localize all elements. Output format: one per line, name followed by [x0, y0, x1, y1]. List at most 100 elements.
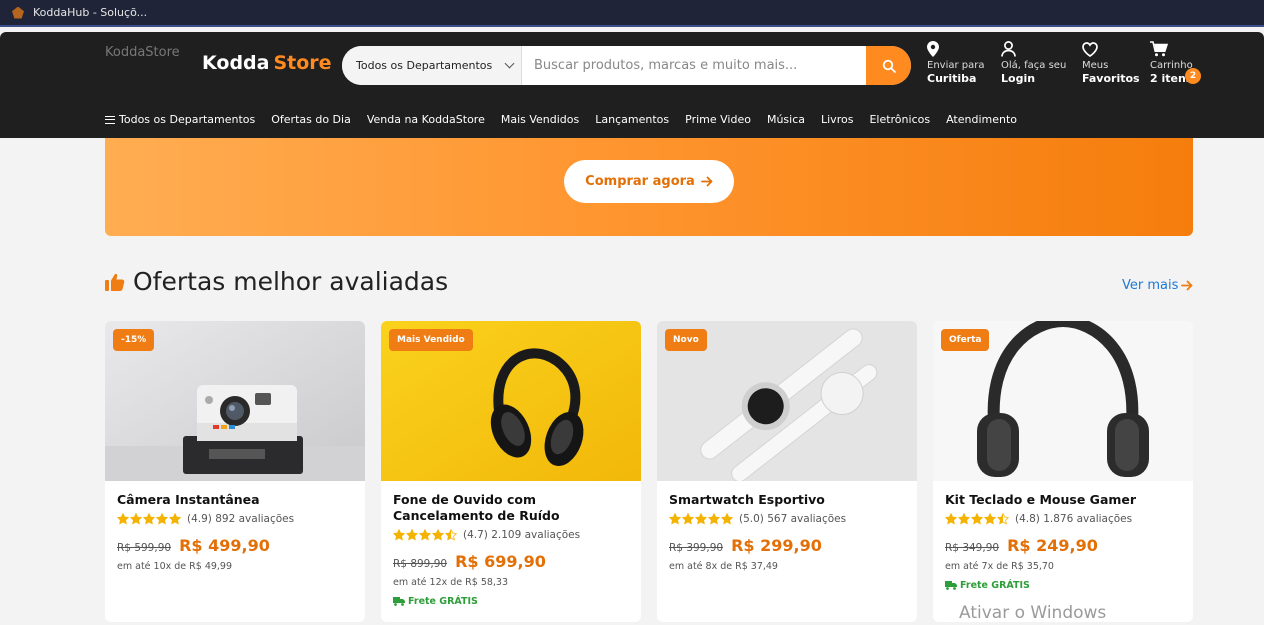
account-greeting: Olá, faça seu [1001, 60, 1067, 71]
browser-titlebar: KoddaHub - Soluçõ... [0, 0, 1264, 27]
star-full-icon [143, 513, 155, 525]
star-full-icon [393, 529, 405, 541]
favorites-link[interactable]: Meus Favoritos [1082, 39, 1140, 85]
nav-item-support[interactable]: Atendimento [946, 113, 1017, 126]
nav-item-books[interactable]: Livros [821, 113, 853, 126]
product-name[interactable]: Câmera Instantânea [117, 492, 353, 508]
menu-icon [105, 115, 115, 124]
installments: em até 12x de R$ 58,33 [393, 577, 509, 588]
old-price: R$ 399,90 [669, 542, 724, 554]
price-row: R$ 599,90 R$ 499,90 [117, 536, 353, 555]
old-price: R$ 349,90 [945, 542, 1000, 554]
nav-item-daily-deals[interactable]: Ofertas do Dia [271, 113, 351, 126]
site-logo[interactable]: KoddaStore [105, 45, 197, 65]
delivery-label: Enviar para [927, 60, 985, 71]
old-price: R$ 599,90 [117, 542, 172, 554]
rating-text: (5.0) 567 avaliações [739, 513, 847, 525]
see-more-label: Ver mais [1122, 278, 1179, 293]
delivery-location[interactable]: Enviar para Curitiba [927, 39, 985, 85]
star-full-icon [721, 513, 733, 525]
favorites-label-top: Meus [1082, 60, 1109, 71]
product-rating: (4.9) 892 avaliações [117, 513, 353, 525]
location-pin-icon [927, 41, 939, 57]
user-icon [1001, 41, 1016, 57]
nav-item-new-releases[interactable]: Lançamentos [595, 113, 669, 126]
star-full-icon [169, 513, 181, 525]
truck-icon [945, 581, 957, 590]
nav-item-sell[interactable]: Venda na KoddaStore [367, 113, 485, 126]
favorites-label: Favoritos [1082, 72, 1140, 85]
see-more-link[interactable]: Ver mais [1122, 278, 1193, 293]
free-shipping: Frete GRÁTIS [393, 596, 629, 607]
brand-name-main: Kodda [202, 52, 270, 74]
rating-stars [669, 513, 733, 525]
star-full-icon [130, 513, 142, 525]
installments: em até 8x de R$ 37,49 [669, 561, 778, 572]
product-card[interactable]: Mais Vendido Fone de Ouvido com Cancelam… [381, 321, 641, 622]
product-image[interactable]: Mais Vendido [381, 321, 641, 481]
search-button[interactable] [866, 46, 911, 85]
star-full-icon [708, 513, 720, 525]
star-full-icon [432, 529, 444, 541]
chevron-down-icon [504, 58, 515, 69]
star-full-icon [156, 513, 168, 525]
installments: em até 10x de R$ 49,99 [117, 561, 233, 572]
search-icon [882, 59, 896, 73]
arrow-right-icon [700, 176, 713, 187]
department-select[interactable]: Todos os Departamentos [342, 46, 522, 85]
price-row: R$ 899,90 R$ 699,90 [393, 552, 629, 571]
nav-item-label: Todos os Departamentos [119, 113, 256, 126]
product-name[interactable]: Fone de Ouvido com Cancelamento de Ruído [393, 492, 629, 524]
favicon-icon [12, 6, 24, 19]
rating-stars [117, 513, 181, 525]
nav-item-music[interactable]: Música [767, 113, 805, 126]
price-row: R$ 399,90 R$ 299,90 [669, 536, 905, 555]
login-link[interactable]: Login [1001, 72, 1066, 85]
section-title: Ofertas melhor avaliadas [133, 267, 449, 296]
star-full-icon [419, 529, 431, 541]
offer-badge: Oferta [941, 329, 990, 351]
old-price: R$ 899,90 [393, 558, 448, 570]
installments: em até 7x de R$ 35,70 [945, 561, 1054, 572]
product-card[interactable]: -15% Câmera Instantânea (4.9) 892 avalia… [105, 321, 365, 622]
free-shipping: Frete GRÁTIS [945, 580, 1181, 591]
star-full-icon [682, 513, 694, 525]
current-price: R$ 249,90 [1007, 536, 1098, 555]
nav-item-electronics[interactable]: Eletrônicos [869, 113, 930, 126]
price-row: R$ 349,90 R$ 249,90 [945, 536, 1181, 555]
new-badge: Novo [665, 329, 707, 351]
product-card[interactable]: Oferta Kit Teclado e Mouse Gamer (4.8) 1… [933, 321, 1193, 622]
star-full-icon [117, 513, 129, 525]
brand-name[interactable]: Kodda Store [202, 52, 332, 74]
product-image[interactable]: Novo [657, 321, 917, 481]
star-full-icon [945, 513, 957, 525]
rating-text: (4.8) 1.876 avaliações [1015, 513, 1133, 525]
product-image[interactable]: -15% [105, 321, 365, 481]
product-grid: -15% Câmera Instantânea (4.9) 892 avalia… [105, 321, 1193, 622]
product-card[interactable]: Novo Smartwatch Esportivo (5.0) 567 aval… [657, 321, 917, 622]
rating-text: (4.7) 2.109 avaliações [463, 529, 581, 541]
shop-now-button[interactable]: Comprar agora [564, 160, 734, 203]
product-name[interactable]: Kit Teclado e Mouse Gamer [945, 492, 1181, 508]
browser-tab-title[interactable]: KoddaHub - Soluçõ... [33, 6, 147, 19]
nav-item-prime-video[interactable]: Prime Video [685, 113, 751, 126]
heart-icon [1082, 41, 1098, 57]
section-heading: Ofertas melhor avaliadas [105, 267, 448, 296]
product-name[interactable]: Smartwatch Esportivo [669, 492, 905, 508]
hero-banner: Comprar agora [105, 138, 1193, 236]
category-nav: Todos os Departamentos Ofertas do Dia Ve… [105, 113, 1017, 126]
discount-badge: -15% [113, 329, 155, 351]
current-price: R$ 499,90 [179, 536, 270, 555]
search-input[interactable] [522, 46, 866, 85]
account-login[interactable]: Olá, faça seu Login [1001, 39, 1066, 85]
arrow-right-icon [1181, 280, 1193, 291]
best-seller-badge: Mais Vendido [389, 329, 473, 351]
nav-item-all-departments[interactable]: Todos os Departamentos [105, 113, 255, 126]
star-full-icon [984, 513, 996, 525]
current-price: R$ 299,90 [731, 536, 822, 555]
cart-icon [1150, 41, 1168, 57]
star-half-icon [445, 529, 457, 541]
nav-item-best-sellers[interactable]: Mais Vendidos [501, 113, 579, 126]
product-rating: (4.8) 1.876 avaliações [945, 513, 1181, 525]
product-image[interactable]: Oferta [933, 321, 1193, 481]
